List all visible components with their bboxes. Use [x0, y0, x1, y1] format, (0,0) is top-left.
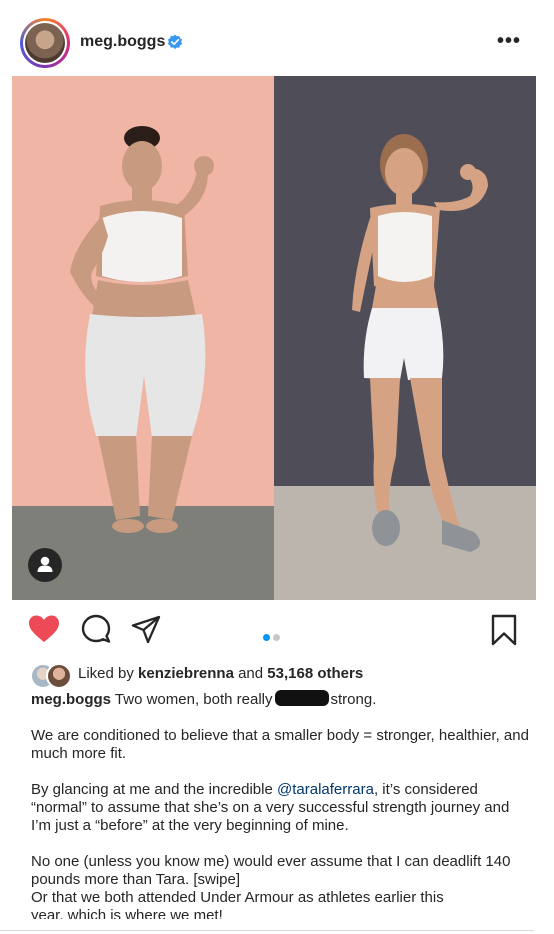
likes-prefix: Liked by — [78, 665, 134, 682]
likes-and: and — [238, 665, 264, 682]
woman-left-figure — [70, 126, 214, 533]
caption-para5-cut: year, which is where we met! — [31, 907, 223, 919]
bookmark-icon[interactable] — [491, 614, 517, 646]
caption-username[interactable]: meg.boggs — [31, 691, 111, 708]
caption-para4: No one (unless you know me) would ever a… — [31, 853, 511, 888]
comment-icon[interactable] — [81, 614, 111, 644]
profile-avatar[interactable] — [20, 18, 70, 68]
caption-line1-before: Two women, both really — [114, 691, 273, 708]
likes-text[interactable]: Liked by kenziebrenna and 53,168 others — [78, 665, 363, 682]
post-header: meg.boggs ••• — [0, 0, 554, 80]
caption-para5: Or that we both attended Under Armour as… — [31, 889, 444, 906]
likes-count[interactable]: 53,168 others — [267, 665, 363, 682]
divider — [0, 930, 534, 931]
carousel-dot — [273, 634, 280, 641]
photo-right-half — [274, 76, 536, 600]
post-image[interactable] — [12, 76, 536, 600]
more-options-icon[interactable]: ••• — [497, 30, 521, 53]
liker-username[interactable]: kenziebrenna — [138, 665, 234, 682]
heart-filled-icon[interactable] — [28, 614, 60, 644]
caption-para3-before: By glancing at me and the incredible — [31, 781, 273, 798]
person-icon — [37, 556, 53, 572]
likes-row: Liked by kenziebrenna and 53,168 others — [30, 662, 540, 689]
caption-line1-after: strong. — [330, 691, 377, 708]
mention-link[interactable]: @taralaferrara — [277, 781, 374, 798]
tagged-users-button[interactable] — [28, 548, 62, 582]
woman-right-figure — [352, 134, 488, 552]
liker-avatar — [46, 663, 72, 689]
post-username[interactable]: meg.boggs — [80, 33, 165, 51]
redaction-scribble — [274, 690, 329, 706]
verified-badge-icon — [167, 34, 183, 49]
carousel-dot-active — [263, 634, 270, 641]
caption: meg.boggs Two women, both really strong. … — [31, 690, 531, 919]
photo-left-half — [12, 76, 274, 600]
carousel-indicator — [263, 628, 283, 646]
liker-avatars[interactable] — [30, 662, 72, 689]
share-icon[interactable] — [131, 615, 161, 645]
caption-para2: We are conditioned to believe that a sma… — [31, 727, 529, 762]
